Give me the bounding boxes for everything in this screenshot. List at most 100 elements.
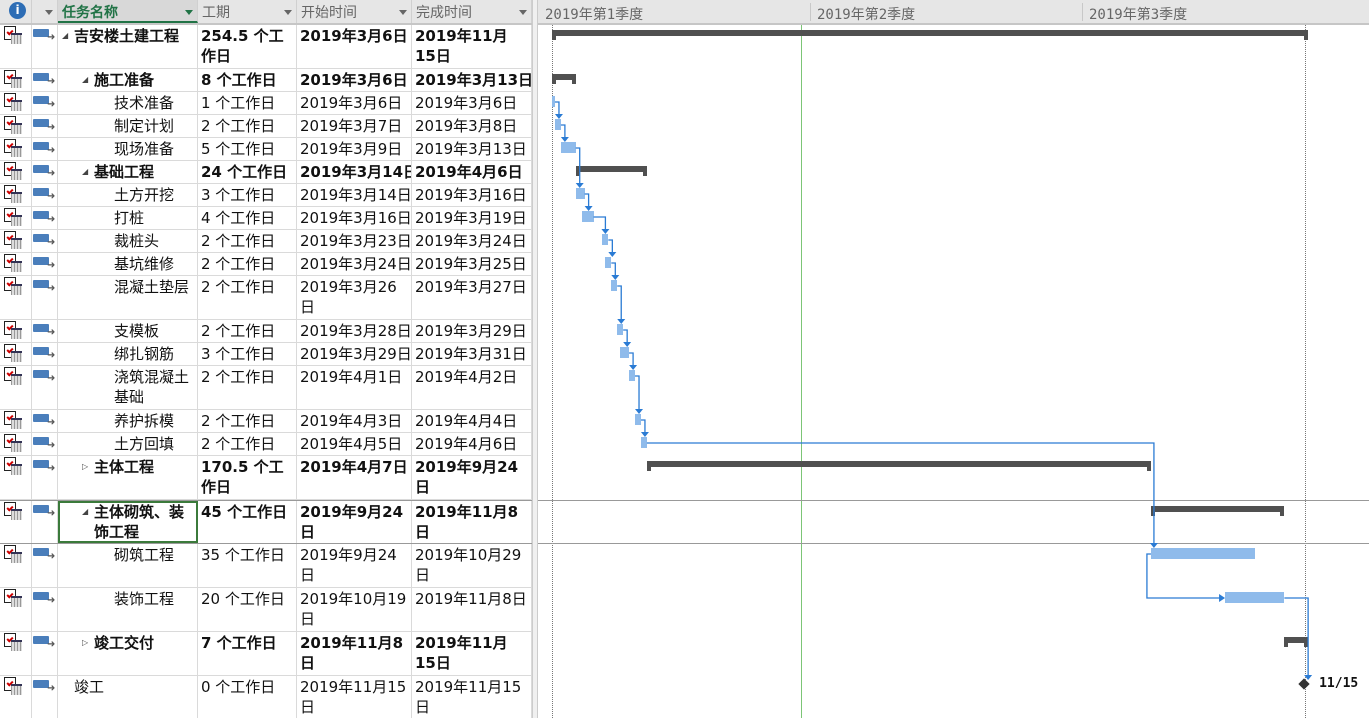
duration-column-header[interactable]: 工期 bbox=[198, 0, 297, 23]
finish-cell[interactable]: 2019年11月15日 bbox=[412, 632, 532, 675]
duration-cell[interactable]: 24 个工作日 bbox=[198, 161, 297, 183]
duration-cell[interactable]: 5 个工作日 bbox=[198, 138, 297, 160]
duration-cell[interactable]: 1 个工作日 bbox=[198, 92, 297, 114]
finish-cell[interactable]: 2019年11月8日 bbox=[412, 588, 532, 631]
start-cell[interactable]: 2019年4月7日 bbox=[297, 456, 412, 499]
start-cell[interactable]: 2019年3月16日 bbox=[297, 207, 412, 229]
start-cell[interactable]: 2019年3月28日 bbox=[297, 320, 412, 342]
task-name-cell[interactable]: 绑扎钢筋 bbox=[58, 343, 198, 365]
finish-cell[interactable]: 2019年11月15日 bbox=[412, 25, 532, 68]
finish-cell[interactable]: 2019年3月13日 bbox=[412, 69, 532, 91]
collapse-triangle-icon[interactable]: ◢ bbox=[82, 502, 94, 542]
task-row[interactable]: ➜ 土方回填 2 个工作日 2019年4月5日 2019年4月6日 bbox=[0, 433, 532, 456]
task-name-cell[interactable]: ◢ 吉安楼土建工程 bbox=[58, 25, 198, 68]
collapse-triangle-icon[interactable]: ◢ bbox=[62, 26, 74, 67]
duration-cell[interactable]: 20 个工作日 bbox=[198, 588, 297, 631]
finish-cell[interactable]: 2019年10月29日 bbox=[412, 544, 532, 587]
task-name-cell[interactable]: 装饰工程 bbox=[58, 588, 198, 631]
start-cell[interactable]: 2019年3月9日 bbox=[297, 138, 412, 160]
task-row[interactable]: ➜ 支模板 2 个工作日 2019年3月28日 2019年3月29日 bbox=[0, 320, 532, 343]
start-cell[interactable]: 2019年11月15日 bbox=[297, 676, 412, 718]
finish-cell[interactable]: 2019年4月2日 bbox=[412, 366, 532, 409]
task-name-cell[interactable]: 基坑维修 bbox=[58, 253, 198, 275]
start-cell[interactable]: 2019年3月7日 bbox=[297, 115, 412, 137]
task-name-cell[interactable]: 技术准备 bbox=[58, 92, 198, 114]
start-cell[interactable]: 2019年3月26日 bbox=[297, 276, 412, 319]
task-row[interactable]: ➜ 现场准备 5 个工作日 2019年3月9日 2019年3月13日 bbox=[0, 138, 532, 161]
duration-cell[interactable]: 2 个工作日 bbox=[198, 366, 297, 409]
task-name-cell[interactable]: 现场准备 bbox=[58, 138, 198, 160]
task-mode-column-header[interactable] bbox=[32, 0, 58, 23]
duration-cell[interactable]: 35 个工作日 bbox=[198, 544, 297, 587]
task-name-cell[interactable]: 竣工 bbox=[58, 676, 198, 718]
start-cell[interactable]: 2019年3月6日 bbox=[297, 69, 412, 91]
collapse-triangle-icon[interactable]: ◢ bbox=[82, 70, 94, 90]
duration-cell[interactable]: 3 个工作日 bbox=[198, 343, 297, 365]
duration-cell[interactable]: 2 个工作日 bbox=[198, 276, 297, 319]
task-name-cell[interactable]: 浇筑混凝土基础 bbox=[58, 366, 198, 409]
finish-cell[interactable]: 2019年3月25日 bbox=[412, 253, 532, 275]
task-name-cell[interactable]: 土方开挖 bbox=[58, 184, 198, 206]
start-cell[interactable]: 2019年3月6日 bbox=[297, 25, 412, 68]
start-cell[interactable]: 2019年3月6日 bbox=[297, 92, 412, 114]
task-name-cell[interactable]: ▷ 竣工交付 bbox=[58, 632, 198, 675]
start-cell[interactable]: 2019年11月8日 bbox=[297, 632, 412, 675]
finish-cell[interactable]: 2019年4月6日 bbox=[412, 161, 532, 183]
task-name-cell[interactable]: 打桩 bbox=[58, 207, 198, 229]
start-column-header[interactable]: 开始时间 bbox=[297, 0, 412, 23]
task-row[interactable]: ➜ 装饰工程 20 个工作日 2019年10月19日 2019年11月8日 bbox=[0, 588, 532, 632]
task-name-cell[interactable]: ▷ 主体工程 bbox=[58, 456, 198, 499]
task-row[interactable]: ➜ ◢ 施工准备 8 个工作日 2019年3月6日 2019年3月13日 bbox=[0, 69, 532, 92]
task-name-cell[interactable]: 土方回填 bbox=[58, 433, 198, 455]
finish-cell[interactable]: 2019年9月24日 bbox=[412, 456, 532, 499]
task-row[interactable]: ➜ ◢ 吉安楼土建工程 254.5 个工作日 2019年3月6日 2019年11月… bbox=[0, 25, 532, 69]
start-cell[interactable]: 2019年9月24日 bbox=[297, 544, 412, 587]
finish-cell[interactable]: 2019年3月8日 bbox=[412, 115, 532, 137]
task-name-cell[interactable]: 制定计划 bbox=[58, 115, 198, 137]
task-name-cell[interactable]: ◢ 基础工程 bbox=[58, 161, 198, 183]
duration-cell[interactable]: 2 个工作日 bbox=[198, 433, 297, 455]
finish-cell[interactable]: 2019年4月4日 bbox=[412, 410, 532, 432]
task-row[interactable]: ➜ 浇筑混凝土基础 2 个工作日 2019年4月1日 2019年4月2日 bbox=[0, 366, 532, 410]
task-name-column-header[interactable]: 任务名称 bbox=[58, 0, 198, 23]
start-cell[interactable]: 2019年9月24日 bbox=[297, 501, 412, 543]
duration-cell[interactable]: 7 个工作日 bbox=[198, 632, 297, 675]
task-row[interactable]: ➜ 技术准备 1 个工作日 2019年3月6日 2019年3月6日 bbox=[0, 92, 532, 115]
start-cell[interactable]: 2019年3月29日 bbox=[297, 343, 412, 365]
finish-cell[interactable]: 2019年11月8日 bbox=[412, 501, 532, 543]
task-row[interactable]: ➜ ◢ 基础工程 24 个工作日 2019年3月14日 2019年4月6日 bbox=[0, 161, 532, 184]
task-row[interactable]: ➜ ▷ 竣工交付 7 个工作日 2019年11月8日 2019年11月15日 bbox=[0, 632, 532, 676]
finish-cell[interactable]: 2019年11月15日 bbox=[412, 676, 532, 718]
duration-cell[interactable]: 2 个工作日 bbox=[198, 410, 297, 432]
duration-cell[interactable]: 2 个工作日 bbox=[198, 115, 297, 137]
finish-column-header[interactable]: 完成时间 bbox=[412, 0, 532, 23]
task-row[interactable]: ➜ 土方开挖 3 个工作日 2019年3月14日 2019年3月16日 bbox=[0, 184, 532, 207]
finish-cell[interactable]: 2019年3月6日 bbox=[412, 92, 532, 114]
task-name-cell[interactable]: ◢ 主体砌筑、装饰工程 bbox=[58, 501, 198, 543]
start-cell[interactable]: 2019年3月14日 bbox=[297, 161, 412, 183]
collapse-triangle-icon[interactable]: ◢ bbox=[82, 162, 94, 182]
start-cell[interactable]: 2019年3月23日 bbox=[297, 230, 412, 252]
duration-cell[interactable]: 45 个工作日 bbox=[198, 501, 297, 543]
task-name-cell[interactable]: 支模板 bbox=[58, 320, 198, 342]
task-row[interactable]: ➜ 砌筑工程 35 个工作日 2019年9月24日 2019年10月29日 bbox=[0, 544, 532, 588]
finish-cell[interactable]: 2019年3月16日 bbox=[412, 184, 532, 206]
indicators-column-header[interactable]: i bbox=[0, 0, 32, 23]
finish-cell[interactable]: 2019年3月27日 bbox=[412, 276, 532, 319]
duration-cell[interactable]: 8 个工作日 bbox=[198, 69, 297, 91]
expand-triangle-icon[interactable]: ▷ bbox=[82, 633, 94, 674]
expand-triangle-icon[interactable]: ▷ bbox=[82, 457, 94, 498]
duration-cell[interactable]: 0 个工作日 bbox=[198, 676, 297, 718]
start-cell[interactable]: 2019年3月24日 bbox=[297, 253, 412, 275]
finish-cell[interactable]: 2019年3月31日 bbox=[412, 343, 532, 365]
task-row[interactable]: ➜ 竣工 0 个工作日 2019年11月15日 2019年11月15日 bbox=[0, 676, 532, 718]
task-row[interactable]: ➜ 打桩 4 个工作日 2019年3月16日 2019年3月19日 bbox=[0, 207, 532, 230]
start-cell[interactable]: 2019年4月3日 bbox=[297, 410, 412, 432]
duration-cell[interactable]: 254.5 个工作日 bbox=[198, 25, 297, 68]
start-cell[interactable]: 2019年4月1日 bbox=[297, 366, 412, 409]
task-row[interactable]: ➜ ▷ 主体工程 170.5 个工作日 2019年4月7日 2019年9月24日 bbox=[0, 456, 532, 500]
task-row[interactable]: ➜ 绑扎钢筋 3 个工作日 2019年3月29日 2019年3月31日 bbox=[0, 343, 532, 366]
start-cell[interactable]: 2019年10月19日 bbox=[297, 588, 412, 631]
start-cell[interactable]: 2019年4月5日 bbox=[297, 433, 412, 455]
finish-cell[interactable]: 2019年4月6日 bbox=[412, 433, 532, 455]
